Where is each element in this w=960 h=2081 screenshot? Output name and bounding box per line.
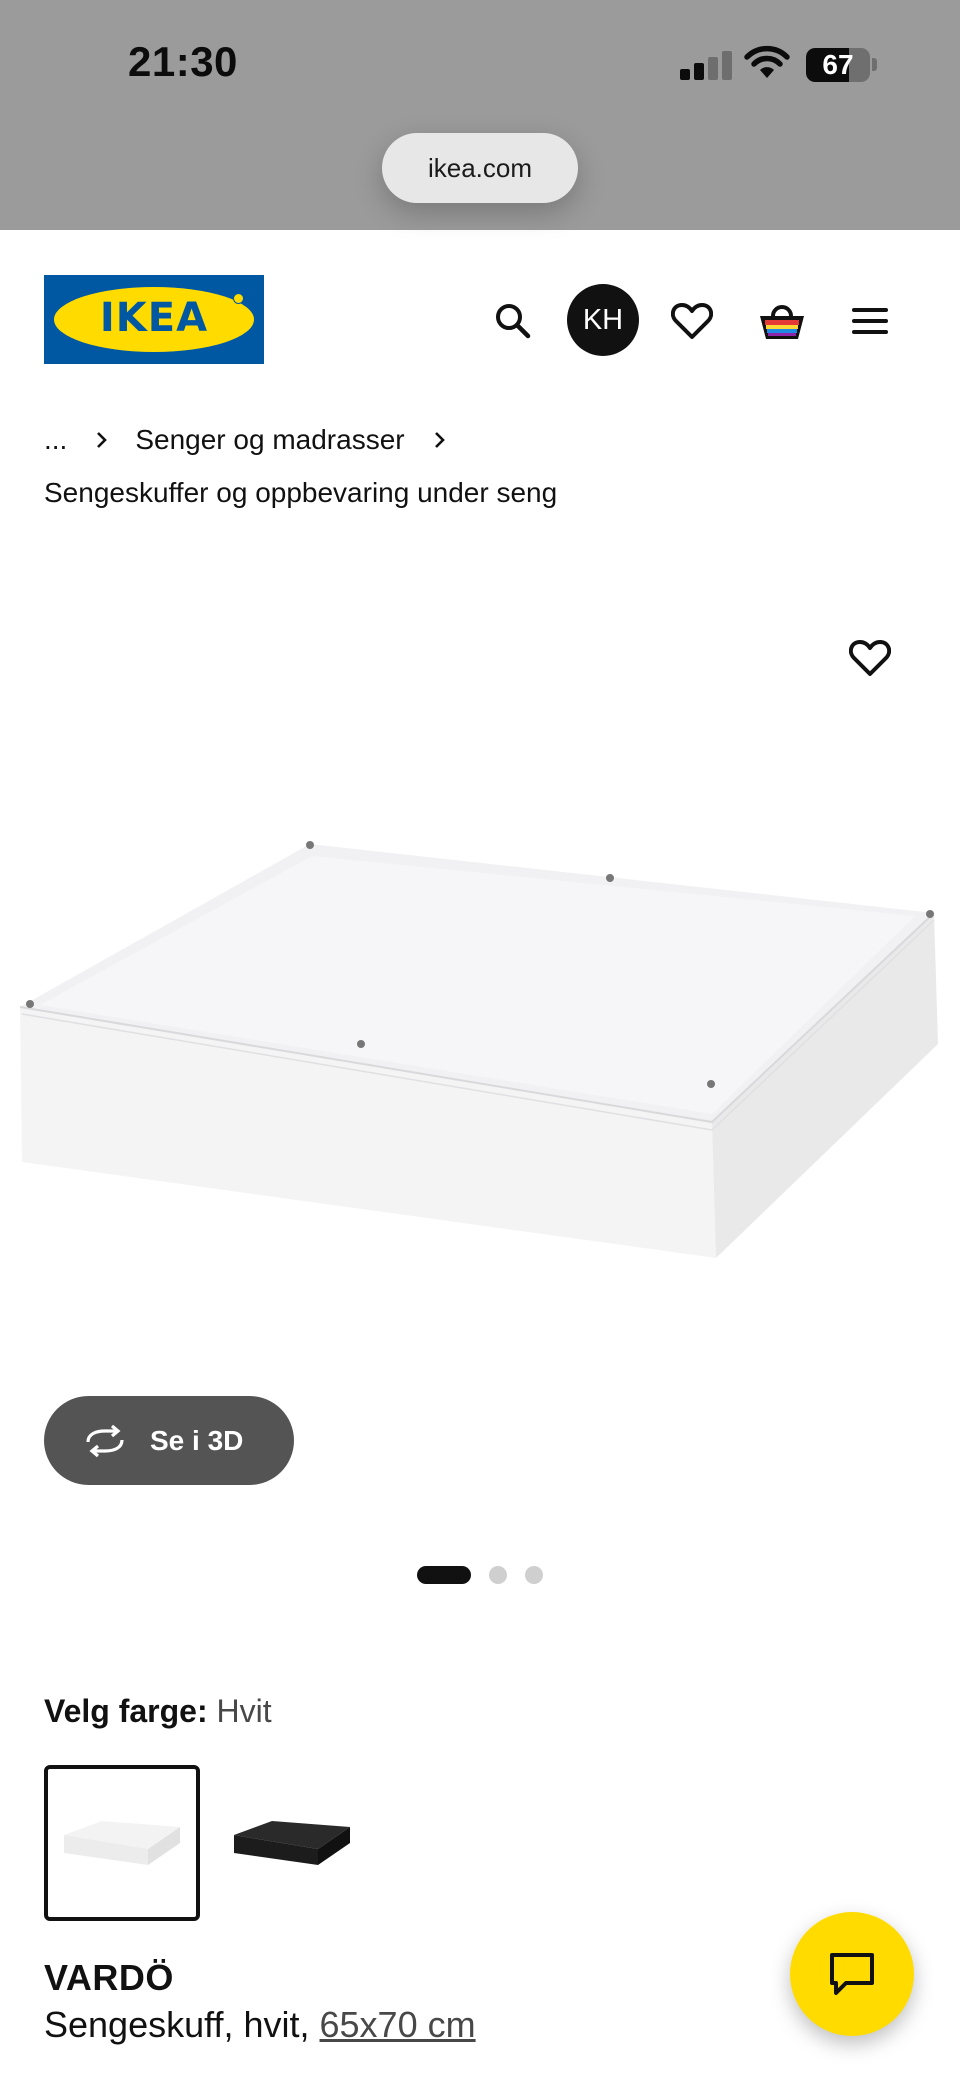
favorite-heart-icon[interactable]: [834, 622, 906, 694]
rotate-3d-icon: [86, 1424, 124, 1457]
pagination-dot-active[interactable]: [417, 1566, 471, 1584]
breadcrumb-ellipsis[interactable]: ...: [44, 424, 67, 456]
user-avatar[interactable]: KH: [567, 284, 639, 356]
product-description: Sengeskuff, hvit, 65x70 cm: [44, 2004, 476, 2046]
color-swatch-white[interactable]: [44, 1765, 200, 1921]
battery-cap: [872, 58, 877, 71]
chevron-right-icon: [97, 432, 108, 448]
gallery-pagination: [417, 1566, 543, 1584]
status-bar: 21:30 67 ikea.com: [0, 0, 960, 230]
cellular-signal-icon: [680, 50, 732, 80]
chat-bubble-icon: [830, 1953, 874, 1995]
color-label: Velg farge:: [44, 1693, 208, 1729]
view-in-3d-button[interactable]: Se i 3D: [44, 1396, 294, 1485]
battery-icon: 67: [806, 48, 870, 82]
product-size-link[interactable]: 65x70 cm: [320, 2004, 476, 2045]
hamburger-menu-icon[interactable]: [834, 285, 906, 357]
status-time: 21:30: [128, 38, 238, 85]
search-icon[interactable]: [477, 285, 549, 357]
shopping-basket-icon[interactable]: [746, 285, 818, 357]
pagination-dot[interactable]: [525, 1566, 543, 1584]
breadcrumb: ... Senger og madrasser: [44, 424, 451, 456]
view-in-3d-label: Se i 3D: [150, 1424, 244, 1456]
product-type: Sengeskuff, hvit,: [44, 2004, 310, 2045]
breadcrumb-current[interactable]: Sengeskuffer og oppbevaring under seng: [44, 477, 557, 509]
chat-button[interactable]: [790, 1912, 914, 2036]
product-name: VARDÖ: [44, 1957, 174, 1998]
color-swatch-black[interactable]: [214, 1765, 370, 1921]
wishlist-heart-icon[interactable]: [656, 285, 728, 357]
chevron-right-icon: [434, 432, 445, 448]
ikea-logo[interactable]: IKEA: [44, 275, 264, 364]
product-image[interactable]: [0, 800, 960, 1400]
battery-level: 67: [822, 49, 854, 80]
pagination-dot[interactable]: [489, 1566, 507, 1584]
breadcrumb-parent[interactable]: Senger og madrasser: [135, 424, 404, 456]
color-selector-label: Velg farge: Hvit: [44, 1693, 272, 1730]
selected-color: Hvit: [216, 1693, 272, 1729]
logo-wordmark: IKEA: [99, 295, 209, 341]
address-bar[interactable]: ikea.com: [382, 133, 578, 203]
wifi-icon: [744, 44, 790, 80]
